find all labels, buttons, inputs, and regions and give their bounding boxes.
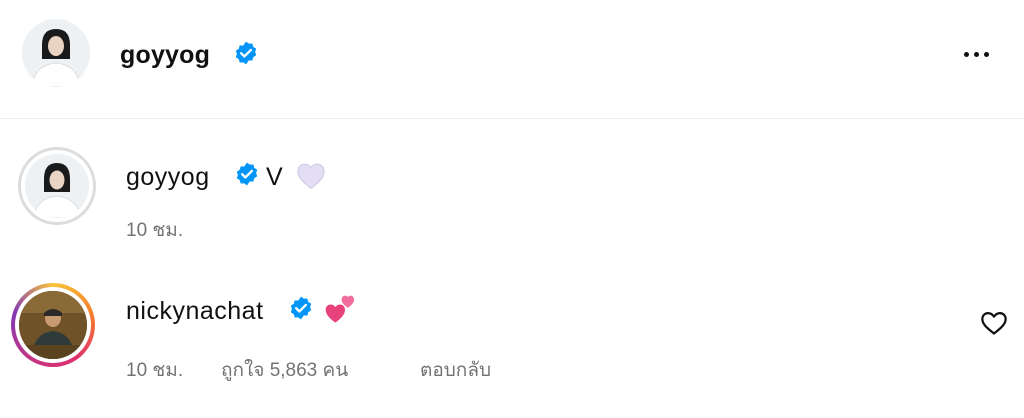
verified-badge-icon [236, 162, 258, 186]
white-heart-icon [297, 163, 325, 190]
comment-username[interactable]: goyyog [126, 163, 210, 192]
header-username[interactable]: goyyog [120, 41, 210, 70]
comment-time: 10 ชม. [126, 220, 184, 241]
likes-count-link[interactable]: ถูกใจ 5,863 คน [221, 355, 348, 385]
comment-avatar[interactable] [19, 291, 87, 359]
verified-badge-icon [290, 296, 312, 320]
comment-time: 10 ชม. [126, 360, 184, 381]
comment-avatar[interactable] [25, 154, 89, 218]
heart-outline-icon[interactable] [980, 310, 1008, 336]
comment-text: V [266, 163, 283, 191]
two-hearts-icon [325, 295, 355, 323]
post-header: goyyog [0, 0, 1024, 118]
reply-button[interactable]: ตอบกลับ [420, 355, 491, 385]
header-divider [0, 118, 1024, 119]
verified-badge-icon [235, 41, 257, 65]
header-avatar[interactable] [22, 19, 90, 87]
more-options-icon[interactable] [956, 44, 996, 64]
comment-username[interactable]: nickynachat [126, 297, 264, 326]
